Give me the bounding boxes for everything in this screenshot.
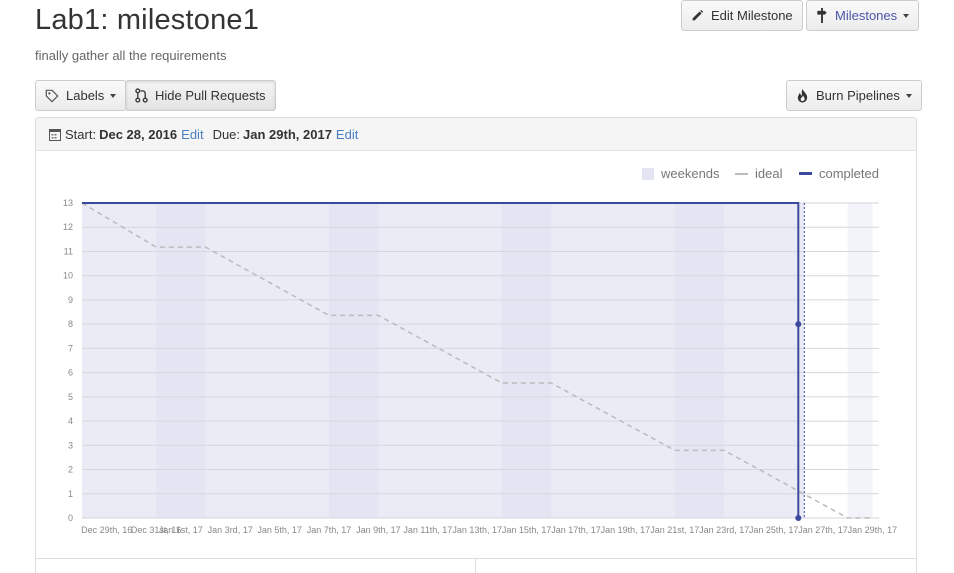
x-tick-label: Jan 7th, 17 <box>307 525 352 535</box>
x-tick-label: Jan 19th, 17 <box>601 525 651 535</box>
y-tick-label: 6 <box>68 368 73 378</box>
y-tick-label: 10 <box>63 271 73 281</box>
y-tick-label: 1 <box>68 489 73 499</box>
x-tick-label: Jan 13th, 17 <box>452 525 502 535</box>
x-tick-label: Jan 29th, 17 <box>848 525 898 535</box>
weekend-band <box>329 203 379 518</box>
weekend-band <box>847 203 873 518</box>
completed-point <box>795 321 802 328</box>
y-tick-label: 0 <box>68 513 73 523</box>
y-tick-label: 4 <box>68 416 73 426</box>
weekend-band <box>156 203 206 518</box>
x-tick-label: Jan 11th, 17 <box>403 525 452 535</box>
y-tick-label: 7 <box>68 343 73 353</box>
x-tick-label: Jan 23rd, 17 <box>699 525 749 535</box>
weekend-band <box>674 203 725 518</box>
x-tick-label: Jan 3rd, 17 <box>208 525 253 535</box>
x-tick-label: Jan 15th, 17 <box>502 525 552 535</box>
burndown-chart: 012345678910111213Dec 29th, 16Dec 31st, … <box>63 198 898 535</box>
x-tick-label: Jan 27th, 17 <box>798 525 848 535</box>
weekend-band <box>501 203 552 518</box>
y-tick-label: 11 <box>64 246 73 256</box>
y-tick-label: 13 <box>63 198 73 208</box>
y-tick-label: 5 <box>68 392 73 402</box>
x-tick-label: Jan 5th, 17 <box>257 525 302 535</box>
y-tick-label: 3 <box>68 440 73 450</box>
x-tick-label: Jan 25th, 17 <box>749 525 799 535</box>
y-tick-label: 12 <box>63 222 73 232</box>
y-tick-label: 8 <box>68 319 73 329</box>
x-tick-label: Jan 21st, 17 <box>650 525 699 535</box>
x-tick-label: Dec 29th, 16 <box>81 525 132 535</box>
panel-column-divider <box>475 558 476 573</box>
x-tick-label: Jan 1st, 17 <box>159 525 203 535</box>
panel-divider <box>36 558 916 559</box>
y-tick-label: 2 <box>68 465 73 475</box>
y-tick-label: 9 <box>68 295 73 305</box>
x-tick-label: Jan 17th, 17 <box>551 525 601 535</box>
completed-point <box>795 515 802 521</box>
x-tick-label: Jan 9th, 17 <box>356 525 401 535</box>
